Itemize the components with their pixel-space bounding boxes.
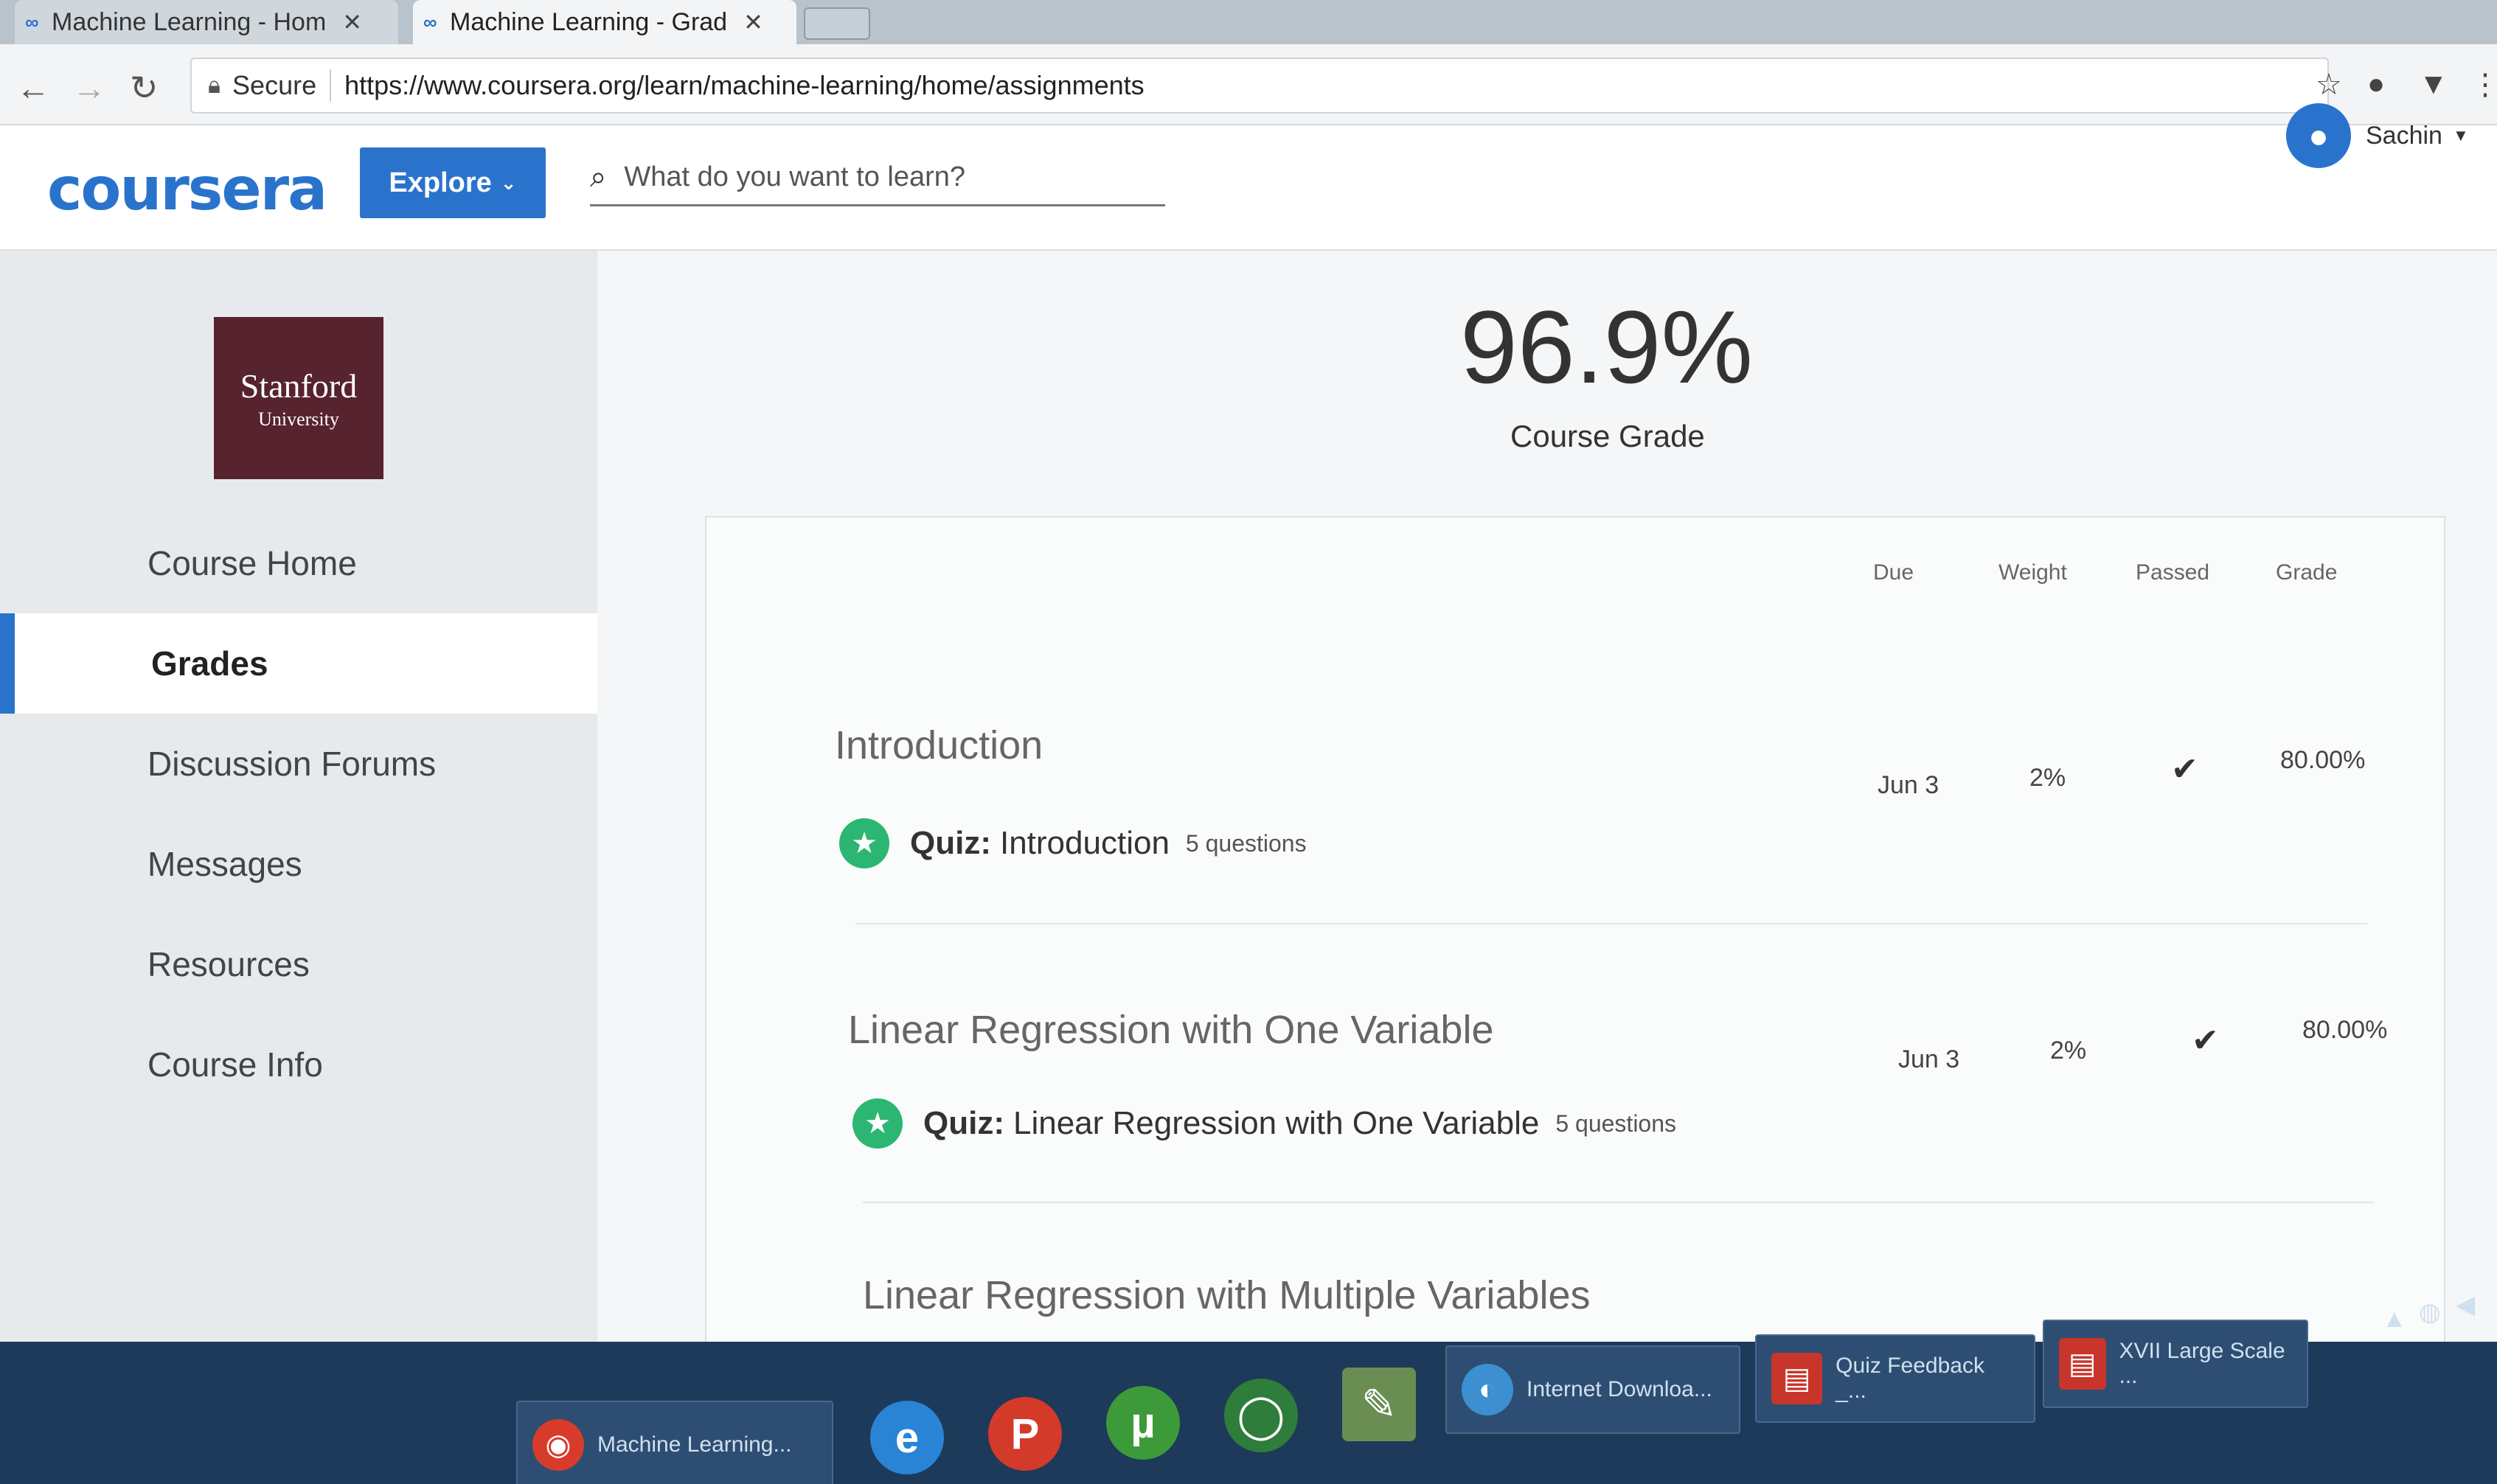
section-title: Introduction xyxy=(835,723,1043,767)
avatar: ● xyxy=(2286,103,2351,168)
star-icon: ★ xyxy=(839,818,889,868)
sidebar-item-label: Course Info xyxy=(147,1045,323,1084)
chevron-down-icon: ⌄ xyxy=(500,171,517,194)
coursera-logo[interactable]: coursera xyxy=(47,155,327,223)
taskbar-button-label: Machine Learning... xyxy=(597,1432,792,1457)
volume-icon[interactable]: ◀ xyxy=(2456,1290,2475,1320)
sidebar-item-label: Resources xyxy=(147,945,310,983)
coursera-favicon-icon: ∞ xyxy=(25,10,39,33)
row-divider xyxy=(863,1202,2375,1203)
utorrent-icon[interactable]: µ xyxy=(1106,1386,1180,1460)
p-app-icon[interactable]: P xyxy=(988,1397,1062,1471)
close-tab-icon[interactable]: ✕ xyxy=(342,8,362,36)
weight-value: 2% xyxy=(2050,1037,2087,1065)
sidebar-item-label: Messages xyxy=(147,845,302,883)
menu-dots-icon[interactable]: ⋮ xyxy=(2470,68,2497,102)
bookmark-star-icon[interactable]: ☆ xyxy=(2316,68,2342,102)
section-title: Linear Regression with Multiple Variable… xyxy=(863,1273,1591,1317)
quiz-row[interactable]: ★ Quiz: Introduction 5 questions xyxy=(839,818,1307,868)
grade-value: 80.00% xyxy=(2280,746,2366,774)
search-input[interactable]: What do you want to learn? xyxy=(624,161,965,193)
pdf-icon: ▤ xyxy=(2059,1338,2106,1390)
section-title: Linear Regression with One Variable xyxy=(848,1008,1494,1052)
university-name: Stanford xyxy=(240,366,358,405)
secure-label: Secure xyxy=(232,70,317,100)
explore-button[interactable]: Explore ⌄ xyxy=(360,147,546,218)
explore-label: Explore xyxy=(389,167,492,198)
reload-icon[interactable]: ↻ xyxy=(130,68,159,108)
column-header-weight: Weight xyxy=(1998,560,2067,585)
quiz-type: Quiz: xyxy=(910,825,991,861)
search-icon: ⌕ xyxy=(590,161,607,193)
taskbar-button-label: XVII Large Scale ... xyxy=(2119,1339,2285,1388)
internet-explorer-icon[interactable]: e xyxy=(870,1401,944,1474)
sidebar-item-discussion-forums[interactable]: Discussion Forums xyxy=(0,714,597,814)
chrome-icon: ◉ xyxy=(532,1419,584,1471)
browser-tabstrip: ∞ Machine Learning - Hom ✕ ∞ Machine Lea… xyxy=(0,0,2497,44)
column-header-due: Due xyxy=(1873,560,1914,585)
back-arrow-icon[interactable]: ← xyxy=(16,68,50,108)
notepad-icon[interactable]: ✎ xyxy=(1342,1368,1416,1441)
network-icon[interactable]: ◍ xyxy=(2419,1297,2441,1327)
user-name: Sachin xyxy=(2366,121,2442,150)
row-divider xyxy=(855,923,2367,924)
taskbar-button-chrome[interactable]: ◉ Machine Learning... xyxy=(516,1401,833,1484)
column-header-passed: Passed xyxy=(2136,560,2210,585)
taskbar-button-label: Internet Downloa... xyxy=(1527,1377,1712,1401)
university-sub: University xyxy=(258,408,339,430)
quiz-name[interactable]: Linear Regression with One Variable xyxy=(1013,1105,1539,1142)
sidebar-item-label: Grades xyxy=(151,644,268,683)
green-ring-icon[interactable]: ◯ xyxy=(1224,1379,1298,1452)
sidebar-item-grades[interactable]: Grades xyxy=(0,613,597,714)
taskbar-button-large-scale[interactable]: ▤ XVII Large Scale ... xyxy=(2043,1320,2308,1408)
column-header-grade: Grade xyxy=(2276,560,2338,585)
grade-value: 80.00% xyxy=(2302,1016,2388,1044)
sidebar-item-resources[interactable]: Resources xyxy=(0,914,597,1014)
check-icon: ✔ xyxy=(2171,751,2198,787)
lock-icon: 🔒︎ xyxy=(208,72,221,98)
tray-expand-icon[interactable]: ▲ xyxy=(2382,1305,2407,1334)
weight-value: 2% xyxy=(2029,764,2066,792)
quiz-question-count: 5 questions xyxy=(1185,829,1307,857)
taskbar-button-label: Quiz Feedback _... xyxy=(1836,1354,1984,1403)
extension-shield-icon[interactable]: ▼ xyxy=(2419,68,2448,101)
coursera-favicon-icon: ∞ xyxy=(423,10,437,33)
sidebar-item-label: Course Home xyxy=(147,544,357,582)
course-grade-label: Course Grade xyxy=(1510,419,1705,453)
new-tab-button[interactable] xyxy=(804,7,870,40)
star-icon: ★ xyxy=(852,1098,903,1149)
quiz-question-count: 5 questions xyxy=(1555,1109,1677,1137)
quiz-name[interactable]: Introduction xyxy=(1000,825,1170,862)
address-bar[interactable]: 🔒︎ Secure https://www.coursera.org/learn… xyxy=(190,58,2329,114)
quiz-type: Quiz: xyxy=(923,1105,1004,1141)
pdf-icon: ▤ xyxy=(1771,1353,1823,1404)
due-date: Jun 3 xyxy=(1898,1045,1960,1073)
due-date: Jun 3 xyxy=(1878,771,1939,799)
course-grade-value: 96.9% xyxy=(1460,289,1753,405)
forward-arrow-icon[interactable]: → xyxy=(72,68,106,108)
address-separator xyxy=(330,69,332,102)
taskbar-button-internet-download[interactable]: ◐ Internet Downloa... xyxy=(1445,1345,1740,1434)
taskbar-button-quiz-feedback[interactable]: ▤ Quiz Feedback _... xyxy=(1755,1334,2035,1423)
tab-label: Machine Learning - Hom xyxy=(52,7,327,36)
tab-machine-learning-grades[interactable]: ∞ Machine Learning - Grad ✕ xyxy=(413,0,796,44)
extension-icon[interactable]: ● xyxy=(2367,68,2385,101)
stanford-logo[interactable]: Stanford University xyxy=(214,317,383,479)
url-text: https://www.coursera.org/learn/machine-l… xyxy=(344,70,1145,100)
check-icon: ✔ xyxy=(2192,1023,2219,1059)
quiz-row[interactable]: ★ Quiz: Linear Regression with One Varia… xyxy=(852,1098,1676,1149)
sidebar-item-course-home[interactable]: Course Home xyxy=(0,513,597,613)
tab-machine-learning-home[interactable]: ∞ Machine Learning - Hom ✕ xyxy=(15,0,398,44)
caret-down-icon: ▼ xyxy=(2452,126,2469,144)
user-menu[interactable]: ● Sachin ▼ xyxy=(2286,103,2469,168)
search-box[interactable]: ⌕ What do you want to learn? xyxy=(590,150,1165,206)
close-tab-icon[interactable]: ✕ xyxy=(743,8,763,36)
globe-icon: ◐ xyxy=(1462,1364,1513,1415)
sidebar-item-course-info[interactable]: Course Info xyxy=(0,1014,597,1115)
sidebar-item-label: Discussion Forums xyxy=(147,745,437,783)
tab-label: Machine Learning - Grad xyxy=(450,7,728,36)
sidebar-item-messages[interactable]: Messages xyxy=(0,814,597,914)
